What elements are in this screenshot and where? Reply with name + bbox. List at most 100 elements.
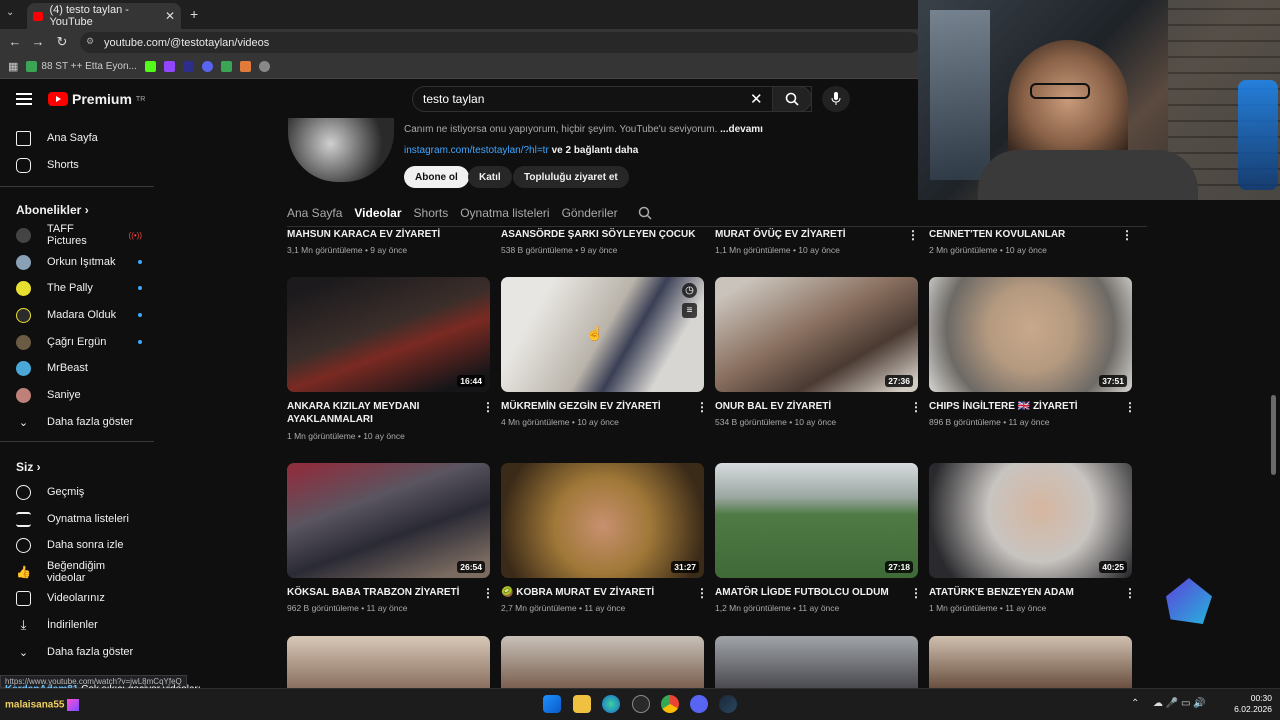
video-title[interactable]: ASANSÖRDE ŞARKI SÖYLEYEN ÇOCUK [501,228,701,241]
more-options-icon[interactable]: ⋮ [1124,400,1136,414]
video-title[interactable]: CHIPS İNGİLTERE 🇬🇧 ZİYARETİ 896 B görüntü… [929,400,1109,427]
video-card[interactable]: MAHSUN KARACA EV ZİYARETİ 3,1 Mn görüntü… [287,228,487,255]
url-bar[interactable]: youtube.com/@testotaylan/videos [80,32,920,53]
back-icon[interactable]: ← [5,32,25,52]
video-title[interactable]: CENNET'TEN KOVULANLAR [929,228,1129,241]
channel-links[interactable]: instagram.com/testotaylan/?hl=tr ve 2 ba… [404,145,638,156]
site-info-icon[interactable]: ⚙ [86,36,94,47]
sidebar-show-more[interactable]: ⌄ Daha fazla göster [16,412,142,432]
youtube-logo[interactable]: Premium TR [48,91,145,107]
tray-icons[interactable]: ☁ 🎤 ▭ 🔊 [1153,698,1206,709]
you-heading[interactable]: Siz › [16,460,41,474]
tab-home[interactable]: Ana Sayfa [287,206,342,220]
sidebar-item-liked[interactable]: 👍 Beğendiğim videolar [16,560,142,584]
sidebar-item-subscription[interactable]: Saniye [16,385,142,405]
channel-description[interactable]: Canım ne istiyorsa onu yapıyorum, hiçbir… [404,124,763,135]
steam-icon[interactable] [719,695,737,713]
tray-chevron-icon[interactable]: ⌃ [1131,698,1139,709]
channel-search-icon[interactable] [638,206,652,220]
more-options-icon[interactable]: ⋮ [907,228,919,242]
tab-list-icon[interactable]: ⌄ [6,7,14,18]
scrollbar-thumb[interactable] [1271,395,1276,475]
bookmark-icon[interactable] [182,61,194,72]
more-options-icon[interactable]: ⋮ [482,400,494,414]
close-tab-icon[interactable]: ✕ [165,9,175,23]
more-options-icon[interactable]: ⋮ [696,586,708,600]
sidebar-item-subscription[interactable]: Madara Olduk [16,305,142,325]
forward-icon[interactable]: → [28,32,48,52]
video-thumbnail[interactable] [715,636,918,688]
sidebar-item-home[interactable]: Ana Sayfa [16,128,142,148]
community-button[interactable]: Topluluğu ziyaret et [513,166,629,188]
obs-icon[interactable] [632,695,650,713]
video-thumbnail[interactable] [287,636,490,688]
watch-later-icon[interactable]: ◷ [682,283,697,298]
more-options-icon[interactable]: ⋮ [910,586,922,600]
reload-icon[interactable]: ↻ [52,32,72,52]
sidebar-item-shorts[interactable]: Shorts [16,155,142,175]
chrome-icon[interactable] [661,695,679,713]
video-thumbnail[interactable]: 31:27 [501,463,704,578]
voice-search-button[interactable] [822,86,850,112]
new-tab-icon[interactable]: + [190,6,198,22]
file-explorer-icon[interactable] [573,695,591,713]
video-card[interactable]: MURAT ÖVÜÇ EV ZİYARETİ 1,1 Mn görüntülem… [715,228,915,255]
menu-icon[interactable] [16,93,32,105]
video-thumbnail[interactable]: 27:36 [715,277,918,392]
clock[interactable]: 00:30 6.02.2026 [1232,693,1272,715]
search-button[interactable] [772,86,812,112]
more-options-icon[interactable]: ⋮ [1124,586,1136,600]
video-title[interactable]: AMATÖR LİGDE FUTBOLCU OLDUM 1,2 Mn görünt… [715,586,895,613]
bookmark-icon[interactable] [201,61,213,72]
video-title[interactable]: ATATÜRK'E BENZEYEN ADAM 1 Mn görüntüleme … [929,586,1109,613]
video-title[interactable]: MURAT ÖVÜÇ EV ZİYARETİ [715,228,915,241]
video-card[interactable]: ASANSÖRDE ŞARKI SÖYLEYEN ÇOCUK 538 B gör… [501,228,701,255]
more-options-icon[interactable]: ⋮ [1121,228,1133,242]
tab-playlists[interactable]: Oynatma listeleri [460,206,549,220]
bookmark-icon[interactable] [239,61,251,72]
bookmark-item[interactable]: 88 ST ++ Etta Eyon... [26,61,137,72]
video-title[interactable]: 🥝 KOBRA MURAT EV ZİYARETİ 2,7 Mn görüntül… [501,586,681,613]
windows-start-icon[interactable] [543,695,561,713]
add-to-queue-icon[interactable]: ≡ [682,303,697,318]
tab-videos[interactable]: Videolar [354,206,401,220]
sidebar-item-watch-later[interactable]: Daha sonra izle [16,535,142,555]
video-thumbnail[interactable]: 16:44 [287,277,490,392]
video-title[interactable]: MAHSUN KARACA EV ZİYARETİ [287,228,487,241]
tab-shorts[interactable]: Shorts [414,206,449,220]
video-card[interactable]: CENNET'TEN KOVULANLAR 2 Mn görüntüleme •… [929,228,1129,255]
more-options-icon[interactable]: ⋮ [482,586,494,600]
bookmark-icon[interactable] [220,61,232,72]
video-thumbnail[interactable]: 37:51 [929,277,1132,392]
sidebar-item-subscription[interactable]: The Pally [16,278,142,298]
apps-icon[interactable]: ▦ [8,60,18,73]
tab-posts[interactable]: Gönderiler [562,206,618,220]
subscribe-button[interactable]: Abone ol [404,166,469,188]
sidebar-item-subscription[interactable]: MrBeast [16,358,142,378]
sidebar-item-history[interactable]: Geçmiş [16,482,142,502]
browser-tab[interactable]: (4) testo taylan - YouTube ✕ [27,3,181,29]
clear-search-icon[interactable]: ✕ [750,90,763,108]
edge-icon[interactable] [602,695,620,713]
video-thumbnail[interactable]: 40:25 [929,463,1132,578]
video-title[interactable]: ANKARA KIZILAY MEYDANI AYAKLANMALARI 1 Mn… [287,400,467,441]
sidebar-item-subscription[interactable]: TAFF Pictures ((•)) [16,223,142,247]
sidebar-item-downloads[interactable]: ⤓ İndirilenler [16,615,142,635]
video-thumbnail[interactable]: 26:54 [287,463,490,578]
sidebar-item-subscription[interactable]: Orkun Işıtmak [16,252,142,272]
video-thumbnail[interactable]: 27:18 [715,463,918,578]
subscriptions-heading[interactable]: Abonelikler › [16,203,89,217]
video-title[interactable]: MÜKREMİN GEZGİN EV ZİYARETİ 4 Mn görüntül… [501,400,681,427]
video-title[interactable]: KÖKSAL BABA TRABZON ZİYARETİ 962 B görünt… [287,586,467,613]
more-options-icon[interactable]: ⋮ [910,400,922,414]
twitch-icon[interactable] [163,61,175,72]
sidebar-item-playlists[interactable]: Oynatma listeleri [16,509,142,529]
globe-icon[interactable] [258,61,270,72]
sidebar-show-more[interactable]: ⌄ Daha fazla göster [16,642,142,662]
discord-icon[interactable] [690,695,708,713]
video-title[interactable]: ONUR BAL EV ZİYARETİ 534 B görüntüleme • … [715,400,895,427]
video-thumbnail[interactable] [929,636,1132,688]
kick-icon[interactable] [144,61,156,72]
more-options-icon[interactable]: ⋮ [696,400,708,414]
join-button[interactable]: Katıl [468,166,512,188]
